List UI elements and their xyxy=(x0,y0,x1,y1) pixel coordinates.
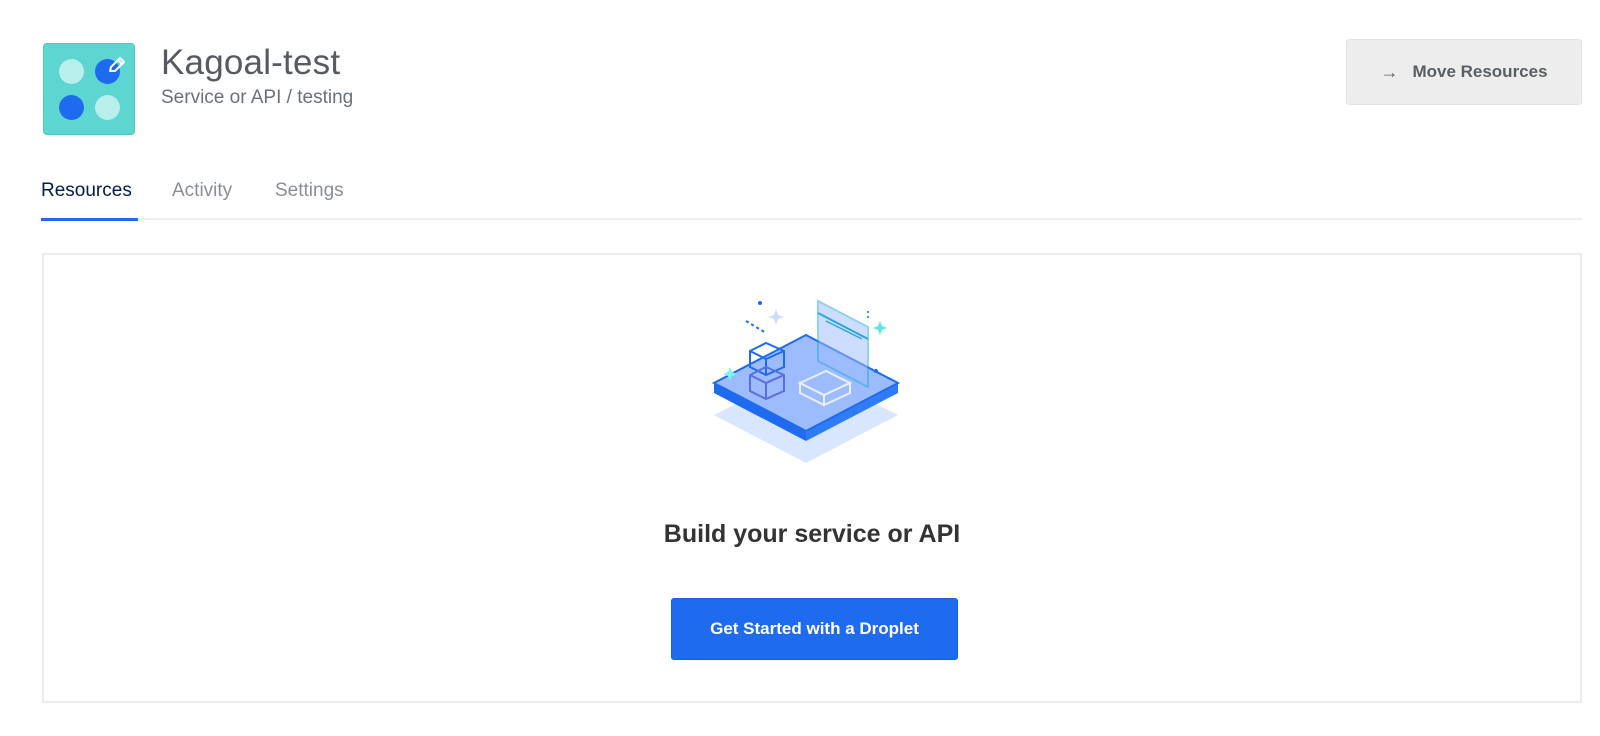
arrow-right-icon: → xyxy=(1380,61,1399,82)
resources-panel: Build your service or API Get Started wi… xyxy=(42,253,1582,703)
project-title: Kagoal-test xyxy=(161,43,341,82)
move-resources-label: Move Resources xyxy=(1412,62,1548,81)
get-started-droplet-button[interactable]: Get Started with a Droplet xyxy=(671,598,958,660)
avatar-dot xyxy=(59,59,84,84)
tab-settings[interactable]: Settings xyxy=(275,176,344,218)
project-subtitle: Service or API / testing xyxy=(161,87,354,108)
avatar-dot xyxy=(59,95,84,120)
move-resources-button[interactable]: → Move Resources xyxy=(1346,39,1582,105)
project-avatar[interactable] xyxy=(43,43,135,135)
tab-bar: Resources Activity Settings xyxy=(41,170,1582,221)
tab-activity[interactable]: Activity xyxy=(172,176,232,218)
project-title-block: Kagoal-test Service or API / testing xyxy=(161,42,353,110)
empty-state-title: Build your service or API xyxy=(663,520,961,548)
isometric-platform-illustration xyxy=(711,299,901,463)
avatar-dot xyxy=(95,95,120,120)
pencil-icon[interactable] xyxy=(106,54,128,76)
project-page: Kagoal-test Service or API / testing → M… xyxy=(0,0,1600,736)
tab-resources[interactable]: Resources xyxy=(41,176,138,221)
